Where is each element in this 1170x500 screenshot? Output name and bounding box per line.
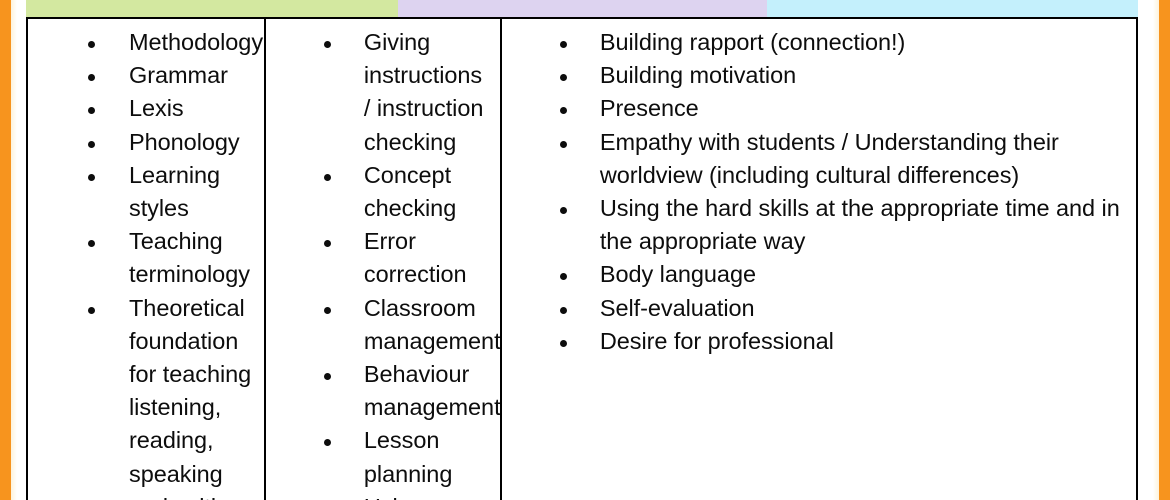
slide-right-accent-glow	[1153, 0, 1159, 500]
table-cell-soft-skills: Building rapport (connection!) Building …	[499, 19, 1138, 500]
list-item: Lexis	[28, 92, 260, 125]
list-item: Presence	[502, 92, 1132, 125]
list-item: Self-evaluation	[502, 292, 1132, 325]
list-item: Using the hard skills at the appropriate…	[502, 192, 1132, 258]
table-header-cell-classroom-skills	[398, 0, 767, 17]
list-item: Methodology	[28, 26, 263, 59]
list-item: Empathy with students / Understanding th…	[502, 126, 1132, 192]
table-header-row	[26, 0, 1138, 17]
skills-table: Methodology Grammar Lexis Phonology Lear…	[26, 0, 1138, 500]
table-body-row: Methodology Grammar Lexis Phonology Lear…	[26, 17, 1138, 500]
list-item: Desire for professional	[502, 325, 1132, 358]
table-header-cell-soft-skills	[767, 0, 1138, 17]
list-item: Phonology	[28, 126, 260, 159]
list-item: Theoretical foundation for teaching list…	[28, 292, 260, 500]
list-item: Teaching terminology	[28, 225, 260, 291]
list-item: Behaviour management	[266, 358, 500, 424]
slide-right-accent-bar	[1159, 0, 1170, 500]
list-item: Lesson planning	[266, 424, 496, 490]
bullet-list-classroom-skills: Giving instructions / instruction checki…	[266, 19, 500, 500]
bullet-list-hard-skills: Methodology Grammar Lexis Phonology Lear…	[28, 19, 264, 500]
slide-left-accent-glow	[11, 0, 17, 500]
bullet-list-soft-skills: Building rapport (connection!) Building …	[502, 19, 1136, 358]
list-item: Grammar	[28, 59, 260, 92]
table-header-cell-hard-skills	[26, 0, 398, 17]
list-item: Classroom management	[266, 292, 500, 358]
table-cell-classroom-skills: Giving instructions / instruction checki…	[263, 19, 500, 500]
slide-left-accent-bar	[0, 0, 11, 500]
list-item: Learning styles	[28, 159, 260, 225]
list-item: Concept checking	[266, 159, 496, 225]
list-item: Building motivation	[502, 59, 1132, 92]
list-item: Body language	[502, 258, 1132, 291]
list-item: Error correction	[266, 225, 496, 291]
list-item: Giving instructions / instruction checki…	[266, 26, 496, 159]
list-item: Building rapport (connection!)	[502, 26, 1132, 59]
list-item: Using technology	[266, 491, 496, 500]
table-cell-hard-skills: Methodology Grammar Lexis Phonology Lear…	[26, 19, 264, 500]
